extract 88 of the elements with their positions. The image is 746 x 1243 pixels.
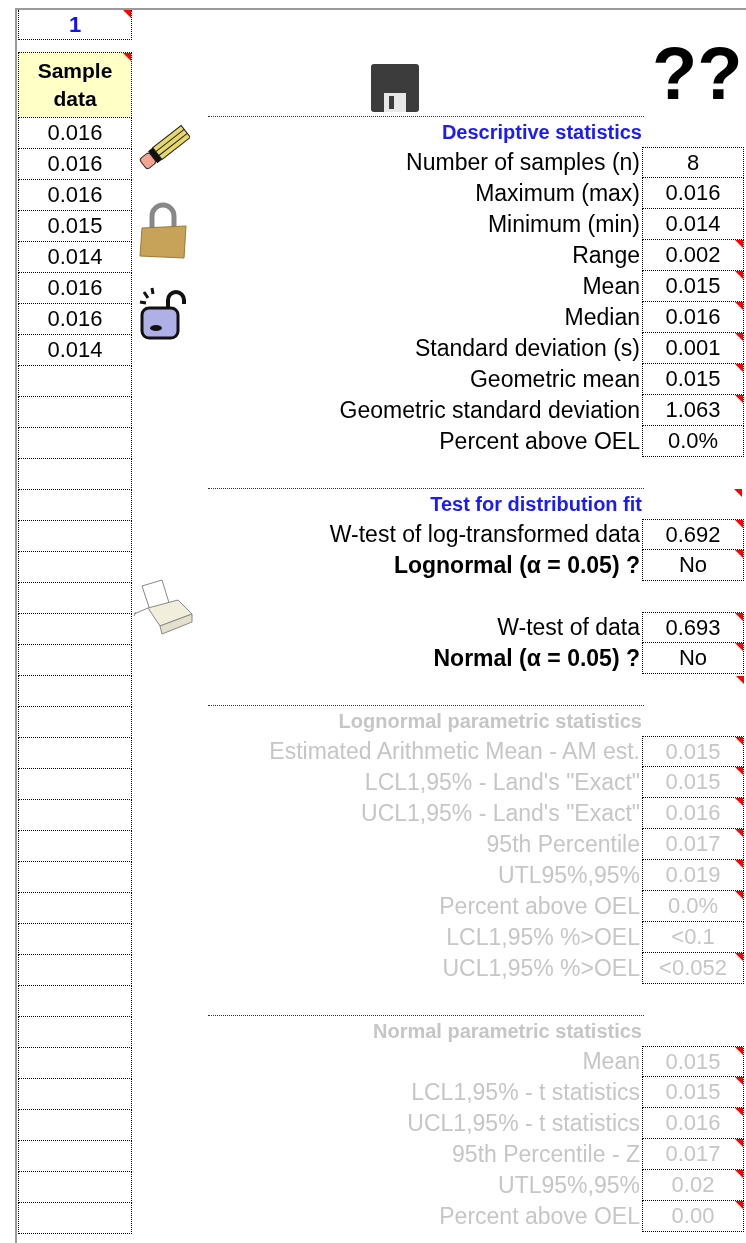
stat-value-cell[interactable]: 0.016: [642, 302, 744, 333]
stat-value-cell[interactable]: No: [642, 643, 744, 674]
empty-sample-cell[interactable]: [18, 521, 132, 552]
stat-value-cell[interactable]: 1.063: [642, 395, 744, 426]
help-label[interactable]: ??: [652, 42, 743, 106]
empty-sample-cell[interactable]: [18, 1172, 132, 1203]
stat-label: Geometric standard deviation: [338, 397, 641, 424]
stat-label: LCL1,95% - t statistics: [410, 1079, 641, 1106]
stat-value-cell[interactable]: 0.002: [642, 240, 744, 271]
stat-label: UTL95%,95%: [497, 1172, 641, 1199]
empty-sample-cell[interactable]: [18, 459, 132, 490]
stat-label: Range: [571, 242, 641, 269]
stat-label: W-test of data: [496, 614, 641, 641]
empty-sample-cell[interactable]: [18, 924, 132, 955]
empty-sample-cell[interactable]: [18, 397, 132, 428]
stat-value-cell[interactable]: 0.693: [642, 612, 744, 643]
empty-sample-cell[interactable]: [18, 1079, 132, 1110]
column-header: Sample data: [18, 52, 132, 118]
sample-cell[interactable]: 0.016: [18, 118, 132, 149]
stat-value-cell[interactable]: 0.692: [642, 519, 744, 550]
empty-sample-cell[interactable]: [18, 645, 132, 676]
stat-value-cell[interactable]: 0.014: [642, 209, 744, 240]
stat-label: Standard deviation (s): [414, 335, 641, 362]
stat-label: Lognormal (α = 0.05) ?: [392, 552, 641, 579]
sample-cell[interactable]: 0.016: [18, 149, 132, 180]
stat-label: Estimated Arithmetic Mean - AM est.: [268, 738, 641, 765]
empty-sample-cell[interactable]: [18, 769, 132, 800]
empty-sample-cell[interactable]: [18, 893, 132, 924]
empty-sample-cell[interactable]: [18, 366, 132, 397]
empty-sample-cell[interactable]: [18, 986, 132, 1017]
stat-value-cell[interactable]: 0.0%: [642, 426, 744, 457]
empty-sample-cell[interactable]: [18, 583, 132, 614]
stat-label: 95th Percentile: [485, 831, 641, 858]
stat-value-cell[interactable]: No: [642, 550, 744, 581]
sample-cell[interactable]: 0.016: [18, 273, 132, 304]
section-title: Lognormal parametric statistics: [338, 709, 643, 733]
empty-sample-cell[interactable]: [18, 1110, 132, 1141]
padlock-icon[interactable]: [138, 202, 188, 260]
stat-value-cell[interactable]: 0.001: [642, 333, 744, 364]
section-title: Test for distribution fit: [430, 492, 643, 516]
stat-label: UTL95%,95%: [497, 862, 641, 889]
stat-label: UCL1,95% - Land's "Exact": [360, 800, 641, 827]
stat-label: UCL1,95% %>OEL: [441, 955, 641, 982]
section-title: Normal parametric statistics: [373, 1019, 643, 1043]
stat-label: Percent above OEL: [438, 893, 641, 920]
stat-value-cell[interactable]: 0.015: [642, 271, 744, 302]
sample-cell[interactable]: 0.016: [18, 304, 132, 335]
empty-sample-cell[interactable]: [18, 614, 132, 645]
empty-sample-cell[interactable]: [18, 800, 132, 831]
open-padlock-icon[interactable]: [138, 286, 186, 340]
empty-sample-cell[interactable]: [18, 1048, 132, 1079]
empty-sample-cell[interactable]: [18, 552, 132, 583]
stat-label: LCL1,95% %>OEL: [445, 924, 641, 951]
stat-label: Median: [563, 304, 641, 331]
empty-sample-cell[interactable]: [18, 862, 132, 893]
stat-label: Percent above OEL: [438, 1203, 641, 1230]
empty-sample-cell[interactable]: [18, 1141, 132, 1172]
stat-label: LCL1,95% - Land's "Exact": [363, 769, 641, 796]
stat-label: W-test of log-transformed data: [328, 521, 641, 548]
empty-sample-cell[interactable]: [18, 831, 132, 862]
stat-label: Normal (α = 0.05) ?: [432, 645, 641, 672]
stat-label: Geometric mean: [469, 366, 641, 393]
stat-label: Percent above OEL: [438, 428, 641, 455]
save-icon[interactable]: [370, 63, 420, 113]
sample-cell[interactable]: 0.015: [18, 211, 132, 242]
empty-sample-cell[interactable]: [18, 428, 132, 459]
stat-label: 95th Percentile - Z: [451, 1141, 641, 1168]
empty-sample-cell[interactable]: [18, 1017, 132, 1048]
stat-value-cell[interactable]: 0.016: [642, 178, 744, 209]
stat-value-cell[interactable]: 0.015: [642, 364, 744, 395]
stat-label: Mean: [581, 273, 641, 300]
section-title: Descriptive statistics: [441, 120, 643, 144]
sheet-index-cell: 1: [18, 10, 132, 40]
stat-label: Number of samples (n): [405, 149, 641, 176]
empty-sample-cell[interactable]: [18, 955, 132, 986]
stat-label: Mean: [581, 1048, 641, 1075]
stat-label: UCL1,95% - t statistics: [406, 1110, 641, 1137]
empty-sample-cell[interactable]: [18, 490, 132, 521]
empty-sample-cell[interactable]: [18, 738, 132, 769]
sample-cell[interactable]: 0.014: [18, 242, 132, 273]
stat-label: Maximum (max): [474, 180, 641, 207]
sample-cell[interactable]: 0.014: [18, 335, 132, 366]
stat-value-cell[interactable]: 8: [642, 147, 744, 178]
empty-sample-cell[interactable]: [18, 707, 132, 738]
empty-sample-cell[interactable]: [18, 1203, 132, 1234]
stat-label: Minimum (min): [486, 211, 641, 238]
sample-cell[interactable]: 0.016: [18, 180, 132, 211]
empty-sample-cell[interactable]: [18, 676, 132, 707]
